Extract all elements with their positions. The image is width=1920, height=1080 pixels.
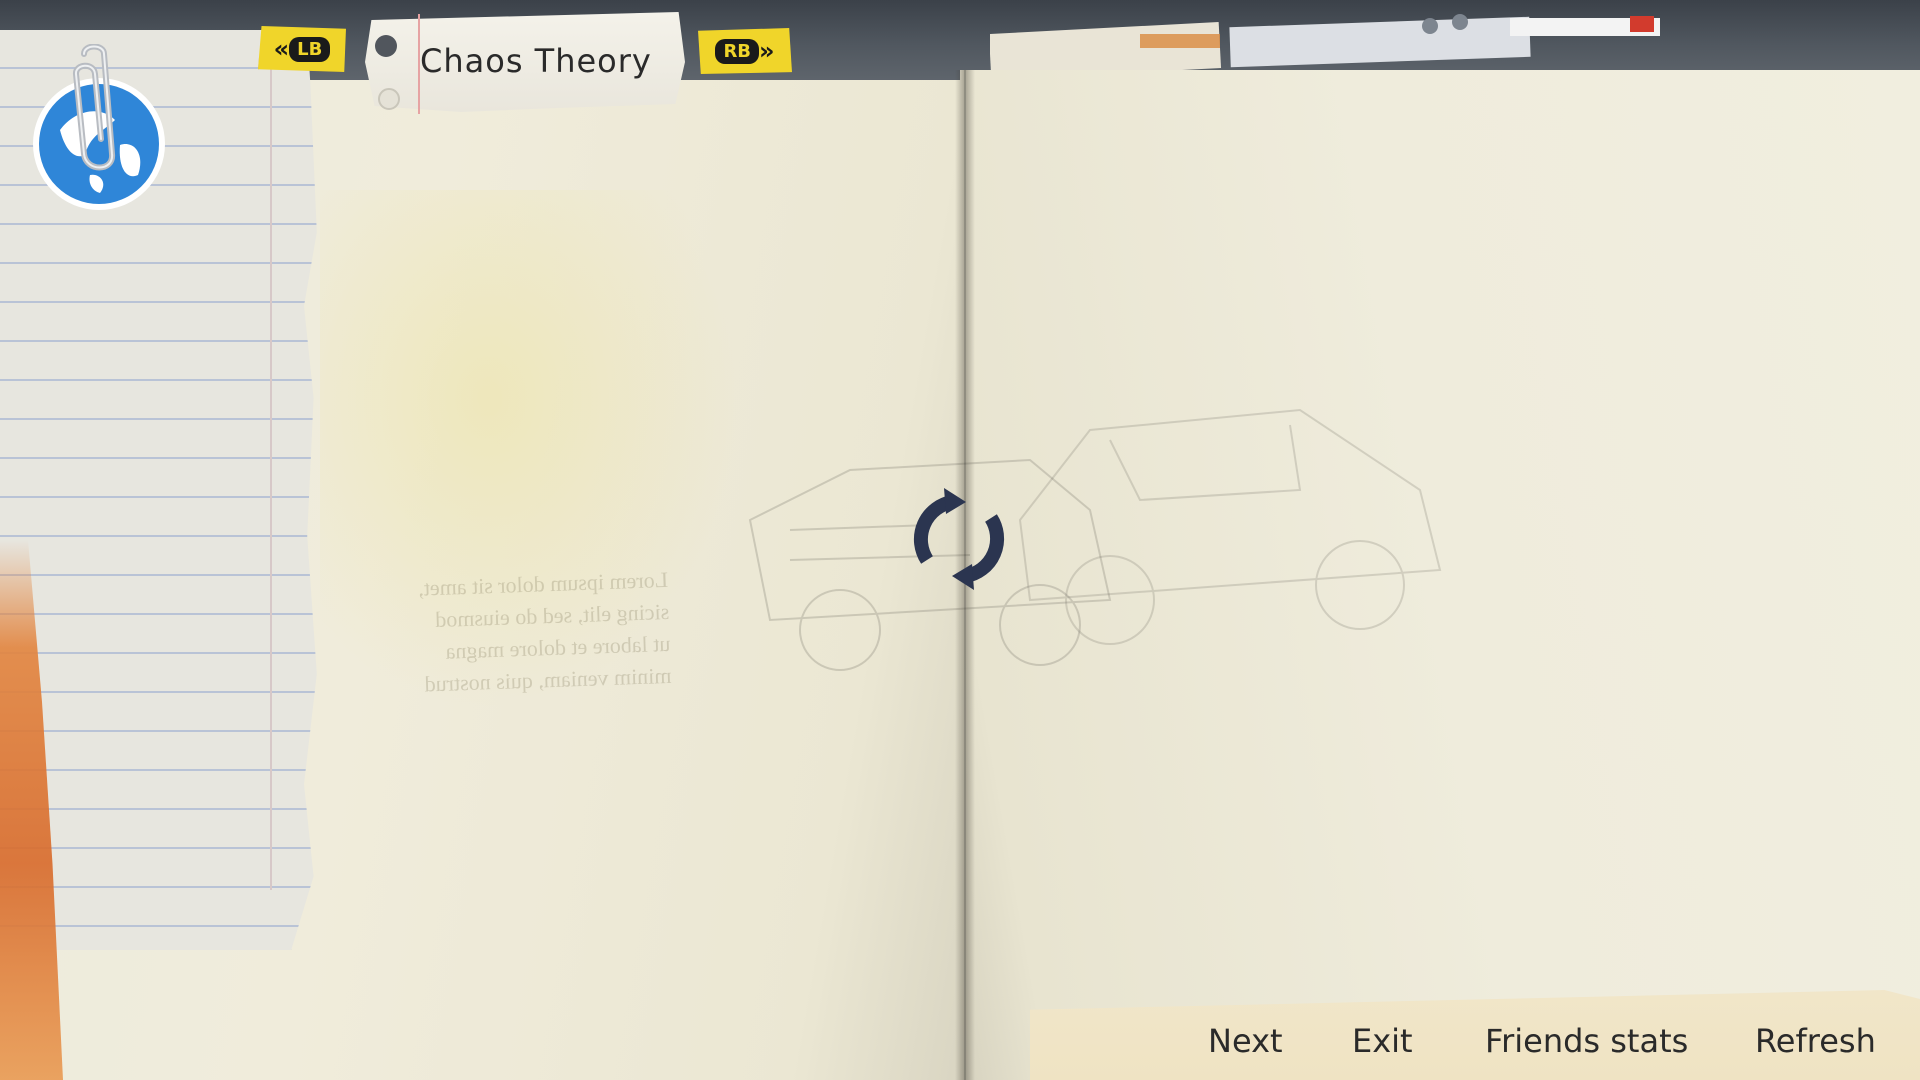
- friends-stats-button[interactable]: Friends stats: [1485, 1022, 1688, 1066]
- previous-tab-button[interactable]: « LB: [258, 26, 346, 72]
- double-chevron-right-icon: »: [759, 37, 775, 65]
- desk-clutter: [990, 14, 1660, 74]
- next-button[interactable]: Next: [1208, 1022, 1283, 1066]
- journal-screen: Lorem ipsum dolor sit amet, sicing elit,…: [0, 0, 1920, 1080]
- exit-button[interactable]: Exit: [1352, 1022, 1413, 1066]
- title-tag-hole: [375, 35, 397, 57]
- pencil-sketch-car: [1018, 408, 1442, 645]
- faded-background-text: Lorem ipsum dolor sit amet, sicing elit,…: [318, 564, 673, 716]
- page-title: Chaos Theory: [420, 42, 652, 80]
- rb-button-label: RB: [715, 38, 760, 64]
- notepad-margin-line: [270, 30, 272, 890]
- loading-spinner-icon: [913, 488, 1005, 590]
- refresh-button[interactable]: Refresh: [1755, 1022, 1876, 1066]
- next-tab-button[interactable]: RB »: [698, 28, 792, 74]
- paperclip-icon: [73, 44, 115, 171]
- lb-button-label: LB: [289, 36, 331, 62]
- title-tag-hole-2: [378, 88, 400, 110]
- double-chevron-left-icon: «: [273, 35, 290, 63]
